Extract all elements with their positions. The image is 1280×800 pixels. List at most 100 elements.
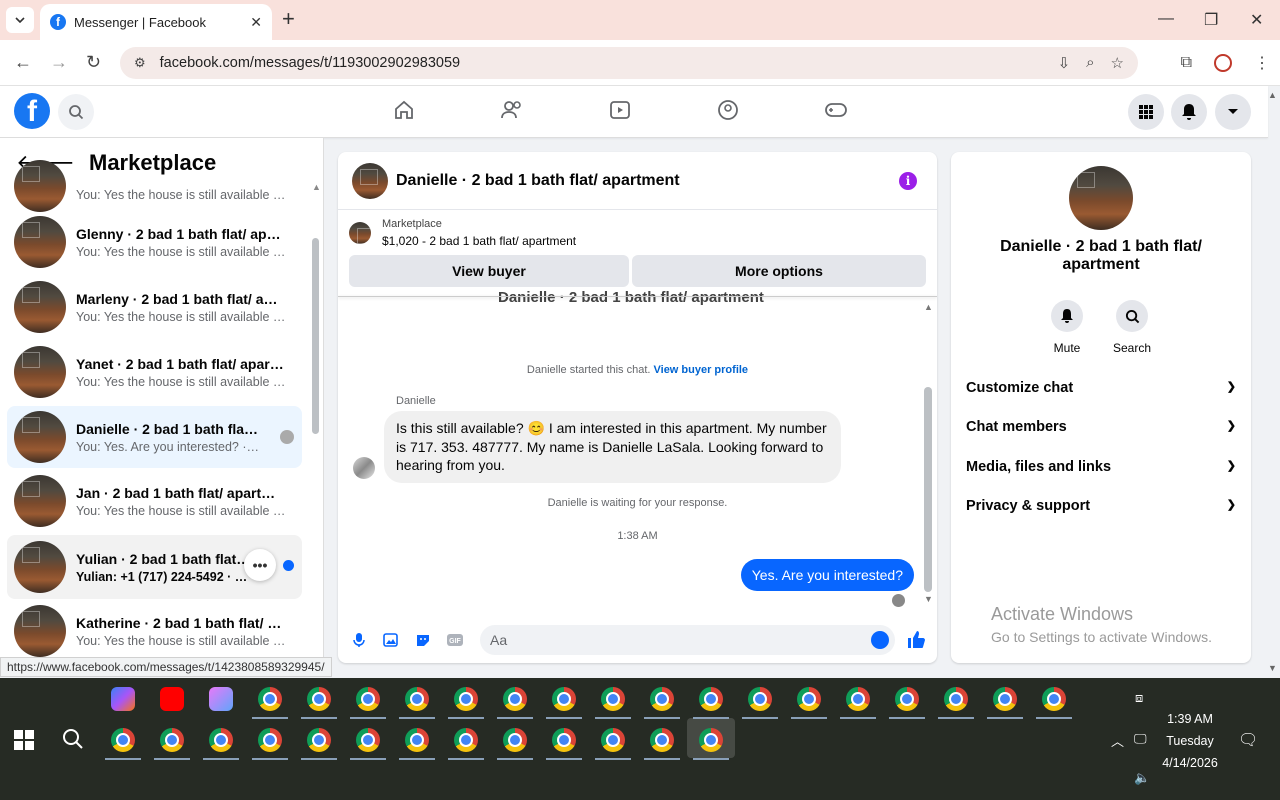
chrome-profile-icon[interactable] — [895, 687, 919, 711]
chat-title[interactable]: Danielle · 2 bad 1 bath flat/ apartment — [396, 172, 680, 190]
zoom-icon[interactable]: ⌕ — [1086, 54, 1094, 72]
message-input[interactable]: Aa — [480, 625, 895, 655]
more-options-icon[interactable]: ••• — [244, 549, 276, 581]
install-app-icon[interactable]: ⇩ — [1058, 54, 1071, 72]
close-window-icon[interactable]: ✕ — [1250, 10, 1263, 30]
search-action[interactable]: Search — [1107, 300, 1157, 355]
site-settings-icon[interactable]: ⚙ — [134, 55, 146, 71]
view-buyer-profile-link[interactable]: View buyer profile — [654, 364, 749, 376]
chrome-profile-icon[interactable] — [601, 728, 625, 752]
tablet-mode-icon[interactable]: ⧈ — [1135, 690, 1143, 706]
windows-start-icon[interactable] — [14, 730, 34, 750]
mute-action[interactable]: Mute — [1042, 300, 1092, 355]
conversation-item[interactable]: Jan · 2 bad 1 bath flat/ apartment You: Y… — [7, 471, 302, 531]
microphone-icon[interactable] — [350, 631, 368, 649]
new-tab-button[interactable]: + — [282, 8, 295, 30]
conversation-item[interactable]: Marleny · 2 bad 1 bath flat/ apar... You:… — [7, 277, 302, 337]
view-buyer-button[interactable]: View buyer — [349, 255, 629, 287]
chrome-profile-icon[interactable] — [846, 687, 870, 711]
conversation-item[interactable]: Yanet · 2 bad 1 bath flat/ apartm... You:… — [7, 342, 302, 402]
conversation-item[interactable]: Yulian · 2 bad 1 bath flat/ ap Yulian: +1… — [7, 535, 302, 599]
chrome-profile-icon[interactable] — [356, 728, 380, 752]
privacy-support-section[interactable]: Privacy & support ❯ — [966, 498, 1236, 514]
chat-members-section[interactable]: Chat members ❯ — [966, 419, 1236, 435]
chrome-profile-icon[interactable] — [993, 687, 1017, 711]
menu-kebab-icon[interactable]: ⋮ — [1254, 53, 1270, 73]
profile-icon[interactable] — [1214, 54, 1232, 72]
chrome-profile-icon[interactable] — [209, 728, 233, 752]
volume-icon[interactable]: 🔈 — [1134, 770, 1150, 786]
account-dropdown-icon[interactable] — [1215, 94, 1251, 130]
conversation-item-active[interactable]: Danielle · 2 bad 1 bath flat/ a... You: Y… — [7, 406, 302, 468]
scroll-down-icon[interactable]: ▼ — [924, 594, 933, 604]
chrome-profile-icon[interactable] — [160, 728, 184, 752]
more-options-button[interactable]: More options — [632, 255, 926, 287]
chrome-profile-icon[interactable] — [454, 728, 478, 752]
reload-icon[interactable]: ↻ — [86, 52, 101, 73]
chrome-profile-icon[interactable] — [356, 687, 380, 711]
scroll-up-icon[interactable]: ▲ — [312, 182, 321, 192]
forward-icon[interactable]: → — [50, 52, 68, 73]
chrome-profile-icon[interactable] — [258, 728, 282, 752]
page-scroll-up-icon[interactable]: ▲ — [1268, 90, 1277, 100]
menu-grid-icon[interactable] — [1128, 94, 1164, 130]
search-icon[interactable] — [62, 728, 84, 755]
tab-search-dropdown[interactable] — [6, 7, 34, 33]
notifications-bell-icon[interactable] — [1171, 94, 1207, 130]
search-icon[interactable] — [58, 94, 94, 130]
groups-icon[interactable] — [714, 96, 742, 124]
close-tab-icon[interactable]: ✕ — [250, 14, 262, 31]
home-icon[interactable] — [390, 96, 418, 124]
chrome-profile-icon[interactable] — [503, 687, 527, 711]
photo-icon[interactable] — [382, 631, 400, 649]
chrome-profile-icon[interactable] — [258, 687, 282, 711]
conversation-item[interactable]: Katherine · 2 bad 1 bath flat/ ap... You:… — [7, 601, 302, 661]
chrome-profile-icon[interactable] — [111, 728, 135, 752]
outgoing-message[interactable]: Yes. Are you interested? — [740, 559, 914, 591]
chrome-profile-icon[interactable] — [405, 687, 429, 711]
paint-icon[interactable] — [209, 687, 233, 711]
bookmark-star-icon[interactable]: ☆ — [1111, 54, 1124, 72]
marketplace-listing[interactable]: Marketplace $1,020 - 2 bad 1 bath flat/ … — [349, 218, 576, 248]
chrome-profile-icon[interactable] — [307, 728, 331, 752]
chrome-profile-icon[interactable] — [748, 687, 772, 711]
chrome-profile-icon[interactable] — [797, 687, 821, 711]
youtube-icon[interactable] — [160, 687, 184, 711]
chrome-profile-icon[interactable] — [1042, 687, 1066, 711]
customize-chat-section[interactable]: Customize chat ❯ — [966, 380, 1236, 396]
chrome-profile-icon[interactable] — [650, 687, 674, 711]
media-files-links-section[interactable]: Media, files and links ❯ — [966, 459, 1236, 475]
chrome-profile-icon[interactable] — [405, 728, 429, 752]
info-icon[interactable]: i — [899, 172, 917, 190]
notification-center-icon[interactable]: 🗨 — [1238, 730, 1258, 750]
incoming-message[interactable]: Is this still available? 😊 I am interest… — [384, 411, 841, 483]
chrome-profile-icon[interactable] — [944, 687, 968, 711]
gaming-icon[interactable] — [822, 96, 850, 124]
conversation-item[interactable]: Glenny · 2 bad 1 bath flat/ apart... You:… — [7, 212, 302, 272]
show-hidden-icons-chevron-icon[interactable]: ︿ — [1111, 731, 1124, 750]
chat-scrollbar[interactable] — [924, 387, 932, 592]
system-clock[interactable]: 1:39 AM Tuesday 4/14/2026 — [1150, 708, 1230, 774]
extensions-icon[interactable]: ⧉ — [1181, 54, 1192, 72]
minimize-icon[interactable]: — — [1158, 10, 1174, 28]
back-icon[interactable]: ← — [14, 52, 32, 73]
sticker-icon[interactable] — [414, 631, 432, 649]
network-icon[interactable]: 🖵 — [1134, 731, 1147, 747]
facebook-logo-icon[interactable]: f — [14, 93, 50, 129]
chrome-profile-icon[interactable] — [503, 728, 527, 752]
chrome-profile-icon[interactable] — [454, 687, 478, 711]
video-icon[interactable] — [606, 96, 634, 124]
sender-avatar[interactable] — [353, 457, 375, 479]
restore-icon[interactable]: ❐ — [1204, 10, 1218, 30]
url-field[interactable]: ⚙ facebook.com/messages/t/11930029029830… — [120, 47, 1138, 79]
page-scroll-down-icon[interactable]: ▼ — [1268, 663, 1277, 673]
chrome-profile-icon[interactable] — [552, 687, 576, 711]
chrome-profile-icon[interactable] — [307, 687, 331, 711]
emoji-icon[interactable] — [871, 631, 889, 649]
conversation-list-scrollbar[interactable] — [312, 238, 319, 434]
friends-icon[interactable] — [498, 96, 526, 124]
like-thumb-icon[interactable] — [906, 629, 926, 654]
contact-avatar[interactable] — [1069, 166, 1133, 230]
conversation-item[interactable]: You: Yes the house is still available ..… — [7, 156, 302, 216]
copilot-icon[interactable] — [111, 687, 135, 711]
